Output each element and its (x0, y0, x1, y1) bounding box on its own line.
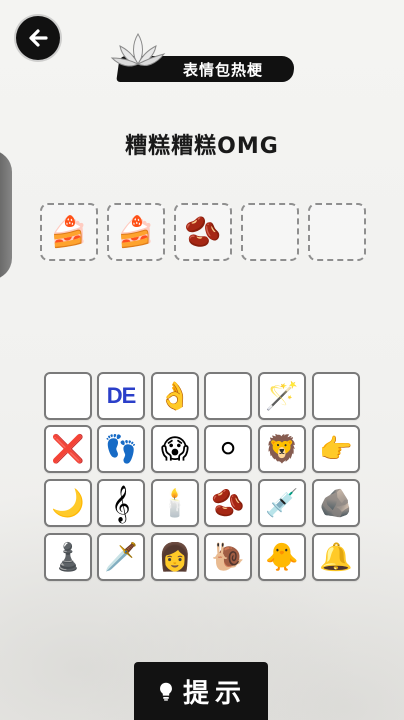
tile-snail[interactable]: 🐌 (204, 533, 252, 581)
tile-lion[interactable]: 🦁 (258, 425, 306, 473)
chick-icon: 🐥 (265, 541, 299, 573)
cake-icon: 🍰 (117, 214, 155, 250)
tile-candle[interactable]: 🕯️ (151, 479, 199, 527)
tile-footprints[interactable]: 👣 (97, 425, 145, 473)
red-bean-icon: 🫘 (184, 214, 222, 250)
answer-slot-2[interactable]: 🍰 (107, 203, 165, 261)
candle-icon: 🕯️ (158, 487, 192, 519)
tile-empty[interactable] (44, 372, 92, 420)
scream-face-icon: 😱 (160, 433, 190, 465)
de-letters-icon: DE (106, 383, 137, 408)
answer-slots: 🍰 🍰 🫘 (0, 203, 404, 261)
tile-moon[interactable]: 🌙 (44, 479, 92, 527)
cross-mark-icon: ❌ (51, 433, 85, 465)
tile-chess-pawn[interactable]: ♟️ (44, 533, 92, 581)
tile-scream-face[interactable]: 😱 (151, 425, 199, 473)
tile-cross-mark[interactable]: ❌ (44, 425, 92, 473)
hint-button-label: 提示 (182, 678, 247, 709)
woman-face-icon: 👩 (158, 541, 192, 573)
rock-icon: 🪨 (319, 487, 353, 519)
chess-pawn-icon: ♟️ (51, 541, 85, 573)
red-bean-icon: 🫘 (211, 487, 245, 519)
tile-gray-circle[interactable]: ⚪ (204, 425, 252, 473)
tile-rock[interactable]: 🪨 (312, 479, 360, 527)
pointing-finger-icon: 👉 (319, 433, 353, 465)
bell-icon: 🔔 (319, 541, 353, 573)
moon-icon: 🌙 (51, 487, 85, 519)
snail-icon: 🐌 (211, 541, 245, 573)
tile-syringe[interactable]: 💉 (258, 479, 306, 527)
tile-chick[interactable]: 🐥 (258, 533, 306, 581)
tile-dagger[interactable]: 🗡️ (97, 533, 145, 581)
back-button[interactable] (16, 16, 60, 60)
hint-button[interactable]: 提示 (134, 662, 268, 720)
lotus-icon (110, 33, 166, 67)
footprints-icon: 👣 (104, 433, 138, 465)
dagger-icon: 🗡️ (104, 541, 138, 573)
syringe-icon: 💉 (265, 487, 299, 519)
tile-magic-wand[interactable]: 🪄 (258, 372, 306, 420)
tile-red-bean[interactable]: 🫘 (204, 479, 252, 527)
answer-slot-3[interactable]: 🫘 (174, 203, 232, 261)
tile-pointing-finger[interactable]: 👉 (312, 425, 360, 473)
tile-bell[interactable]: 🔔 (312, 533, 360, 581)
lightbulb-icon (160, 682, 172, 701)
answer-slot-4[interactable] (241, 203, 299, 261)
tile-empty[interactable] (312, 372, 360, 420)
answer-slot-5[interactable] (308, 203, 366, 261)
emoji-tile-grid: DE 👌 🪄 ❌ 👣 😱 ⚪ 🦁 👉 🌙 𝄞 🕯️ 🫘 💉 🪨 ♟️ 🗡️ 👩 … (0, 0, 404, 720)
tile-hand-gesture[interactable]: 👌 (151, 372, 199, 420)
tile-de-text[interactable]: DE (97, 372, 145, 420)
gray-circle-icon: ⚪ (216, 433, 240, 465)
hand-gesture-icon: 👌 (158, 380, 192, 412)
question-text: 糟糕糟糕OMG (125, 134, 279, 159)
magic-wand-icon: 🪄 (265, 380, 299, 412)
lion-icon: 🦁 (265, 433, 299, 465)
tile-empty[interactable] (204, 372, 252, 420)
tile-treble-clef[interactable]: 𝄞 (97, 479, 145, 527)
tile-woman[interactable]: 👩 (151, 533, 199, 581)
category-banner: 表情包热梗 (108, 33, 296, 88)
treble-clef-icon: 𝄞 (111, 484, 131, 522)
banner-title: 表情包热梗 (182, 61, 263, 79)
back-arrow-icon (29, 29, 48, 47)
cake-icon: 🍰 (50, 214, 88, 250)
answer-slot-1[interactable]: 🍰 (40, 203, 98, 261)
